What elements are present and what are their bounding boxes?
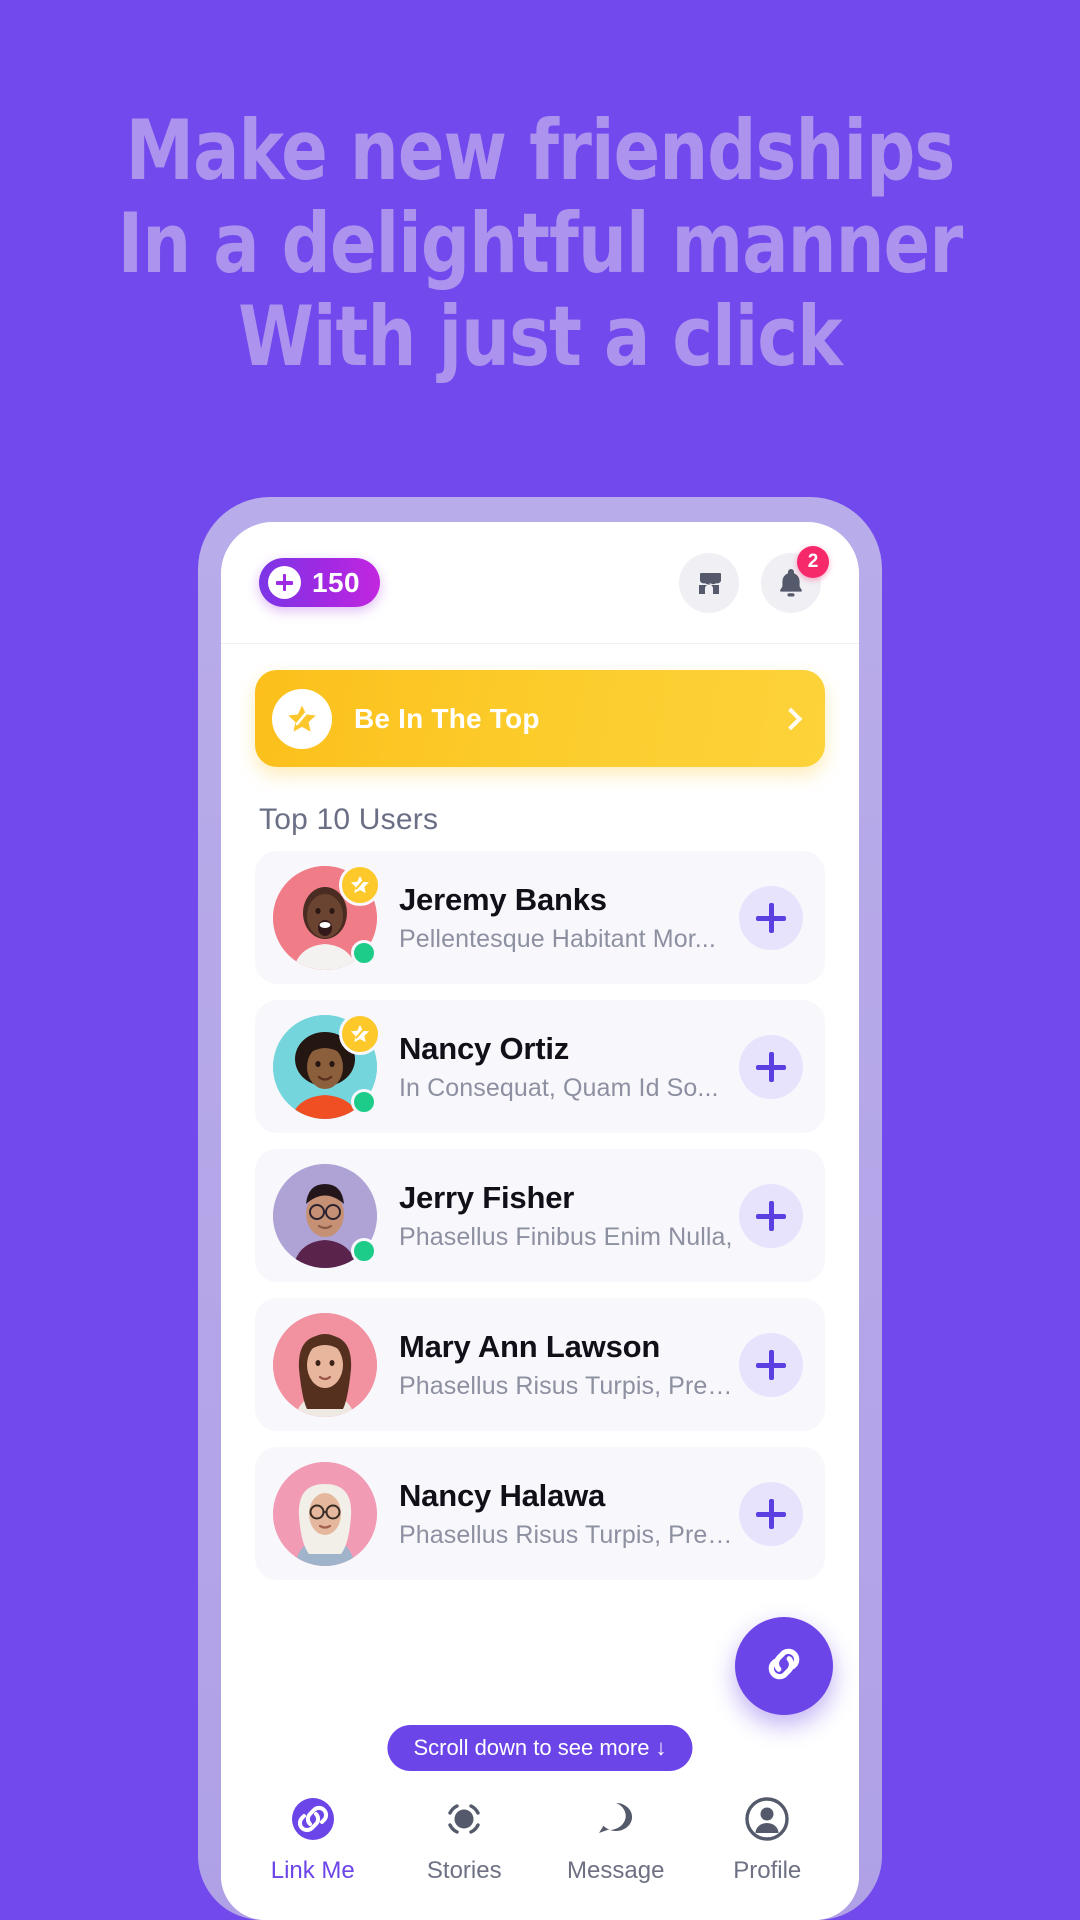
table-row[interactable]: Mary Ann Lawson Phasellus Risus Turpis, …: [255, 1298, 825, 1431]
promo-screenshot: Make new friendships In a delightful man…: [0, 0, 1080, 1920]
header-icon-group: 2: [679, 545, 829, 613]
avatar: [273, 1012, 381, 1119]
message-icon: [590, 1793, 642, 1845]
avatar: [273, 1312, 377, 1417]
nav-item-link-me[interactable]: Link Me: [243, 1793, 383, 1885]
avatar: [273, 1163, 377, 1268]
user-name: Nancy Halawa: [399, 1477, 606, 1513]
user-name: Jerry Fisher: [399, 1179, 575, 1215]
user-description: Pellentesque Habitant Mor...: [399, 924, 716, 953]
user-description: Phasellus Finibus Enim Nulla,: [399, 1222, 733, 1251]
points-badge[interactable]: 150: [259, 558, 380, 607]
headline-line-3: With just a click: [238, 287, 843, 385]
top-badge-star-icon: [339, 863, 381, 906]
nav-item-message[interactable]: Message: [546, 1793, 686, 1885]
nav-label: Stories: [426, 1857, 502, 1884]
banner-label: Be In The Top: [354, 702, 540, 734]
user-text: Jerry Fisher Phasellus Finibus Enim Null…: [399, 1180, 739, 1252]
add-user-button[interactable]: [739, 1034, 803, 1099]
user-text: Nancy Halawa Phasellus Risus Turpis, Pre…: [399, 1478, 739, 1550]
table-row[interactable]: Jeremy Banks Pellentesque Habitant Mor..…: [255, 851, 825, 984]
user-text: Mary Ann Lawson Phasellus Risus Turpis, …: [399, 1329, 739, 1401]
bottom-navigation: Link Me Stories Message Profile: [221, 1785, 859, 1920]
table-row[interactable]: Nancy Halawa Phasellus Risus Turpis, Pre…: [255, 1447, 825, 1580]
add-user-button[interactable]: [739, 1481, 803, 1546]
avatar: [273, 1461, 377, 1566]
be-in-the-top-banner[interactable]: Be In The Top: [255, 670, 825, 767]
table-row[interactable]: Nancy Ortiz In Consequat, Quam Id So...: [255, 1000, 825, 1133]
link-icon: [759, 1639, 809, 1694]
nav-label: Profile: [733, 1857, 802, 1884]
user-name: Jeremy Banks: [399, 881, 607, 917]
notifications-button[interactable]: 2: [761, 545, 829, 613]
nav-label: Message: [567, 1857, 665, 1884]
phone-screen: 150 2 Be In The Top Top 10 Users Jeremy …: [221, 522, 859, 1920]
nav-item-profile[interactable]: Profile: [697, 1793, 837, 1885]
chevron-right-icon: [779, 707, 803, 730]
user-text: Jeremy Banks Pellentesque Habitant Mor..…: [399, 882, 739, 954]
headline-line-1: Make new friendships: [125, 102, 956, 199]
online-status-dot: [351, 1088, 377, 1115]
add-user-button[interactable]: [739, 885, 803, 950]
user-text: Nancy Ortiz In Consequat, Quam Id So...: [399, 1031, 739, 1103]
user-description: Phasellus Risus Turpis, Pretium: [399, 1520, 739, 1549]
online-status-dot: [351, 939, 377, 966]
store-icon: [694, 568, 724, 598]
link-icon: [287, 1793, 339, 1845]
nav-label: Link Me: [270, 1857, 355, 1884]
profile-icon: [741, 1793, 793, 1845]
app-header: 150 2: [221, 522, 859, 644]
phone-frame: 150 2 Be In The Top Top 10 Users Jeremy …: [198, 497, 882, 1920]
scroll-hint[interactable]: Scroll down to see more ↓: [387, 1725, 693, 1771]
user-description: In Consequat, Quam Id So...: [399, 1073, 719, 1102]
user-description: Phasellus Risus Turpis, Pretium: [399, 1371, 739, 1400]
nav-item-stories[interactable]: Stories: [394, 1793, 534, 1885]
star-icon: [272, 688, 332, 749]
top-badge-star-icon: [339, 1012, 381, 1055]
app-body: Be In The Top Top 10 Users Jeremy Banks …: [221, 644, 859, 1785]
stories-icon: [438, 1793, 490, 1845]
avatar: [273, 863, 381, 970]
notification-count-badge: 2: [797, 545, 829, 578]
store-button[interactable]: [679, 552, 739, 613]
link-fab-button[interactable]: [735, 1617, 833, 1715]
table-row[interactable]: Jerry Fisher Phasellus Finibus Enim Null…: [255, 1149, 825, 1282]
headline-line-2: In a delightful manner: [117, 194, 964, 292]
user-name: Nancy Ortiz: [399, 1030, 570, 1066]
online-status-dot: [351, 1237, 377, 1264]
points-value: 150: [312, 566, 360, 598]
top-users-list: Jeremy Banks Pellentesque Habitant Mor..…: [255, 851, 825, 1580]
promo-headline: Make new friendships In a delightful man…: [43, 102, 1037, 385]
user-name: Mary Ann Lawson: [399, 1328, 661, 1364]
add-user-button[interactable]: [739, 1183, 803, 1248]
plus-icon: [268, 566, 301, 599]
add-user-button[interactable]: [739, 1332, 803, 1397]
section-title: Top 10 Users: [259, 803, 439, 836]
